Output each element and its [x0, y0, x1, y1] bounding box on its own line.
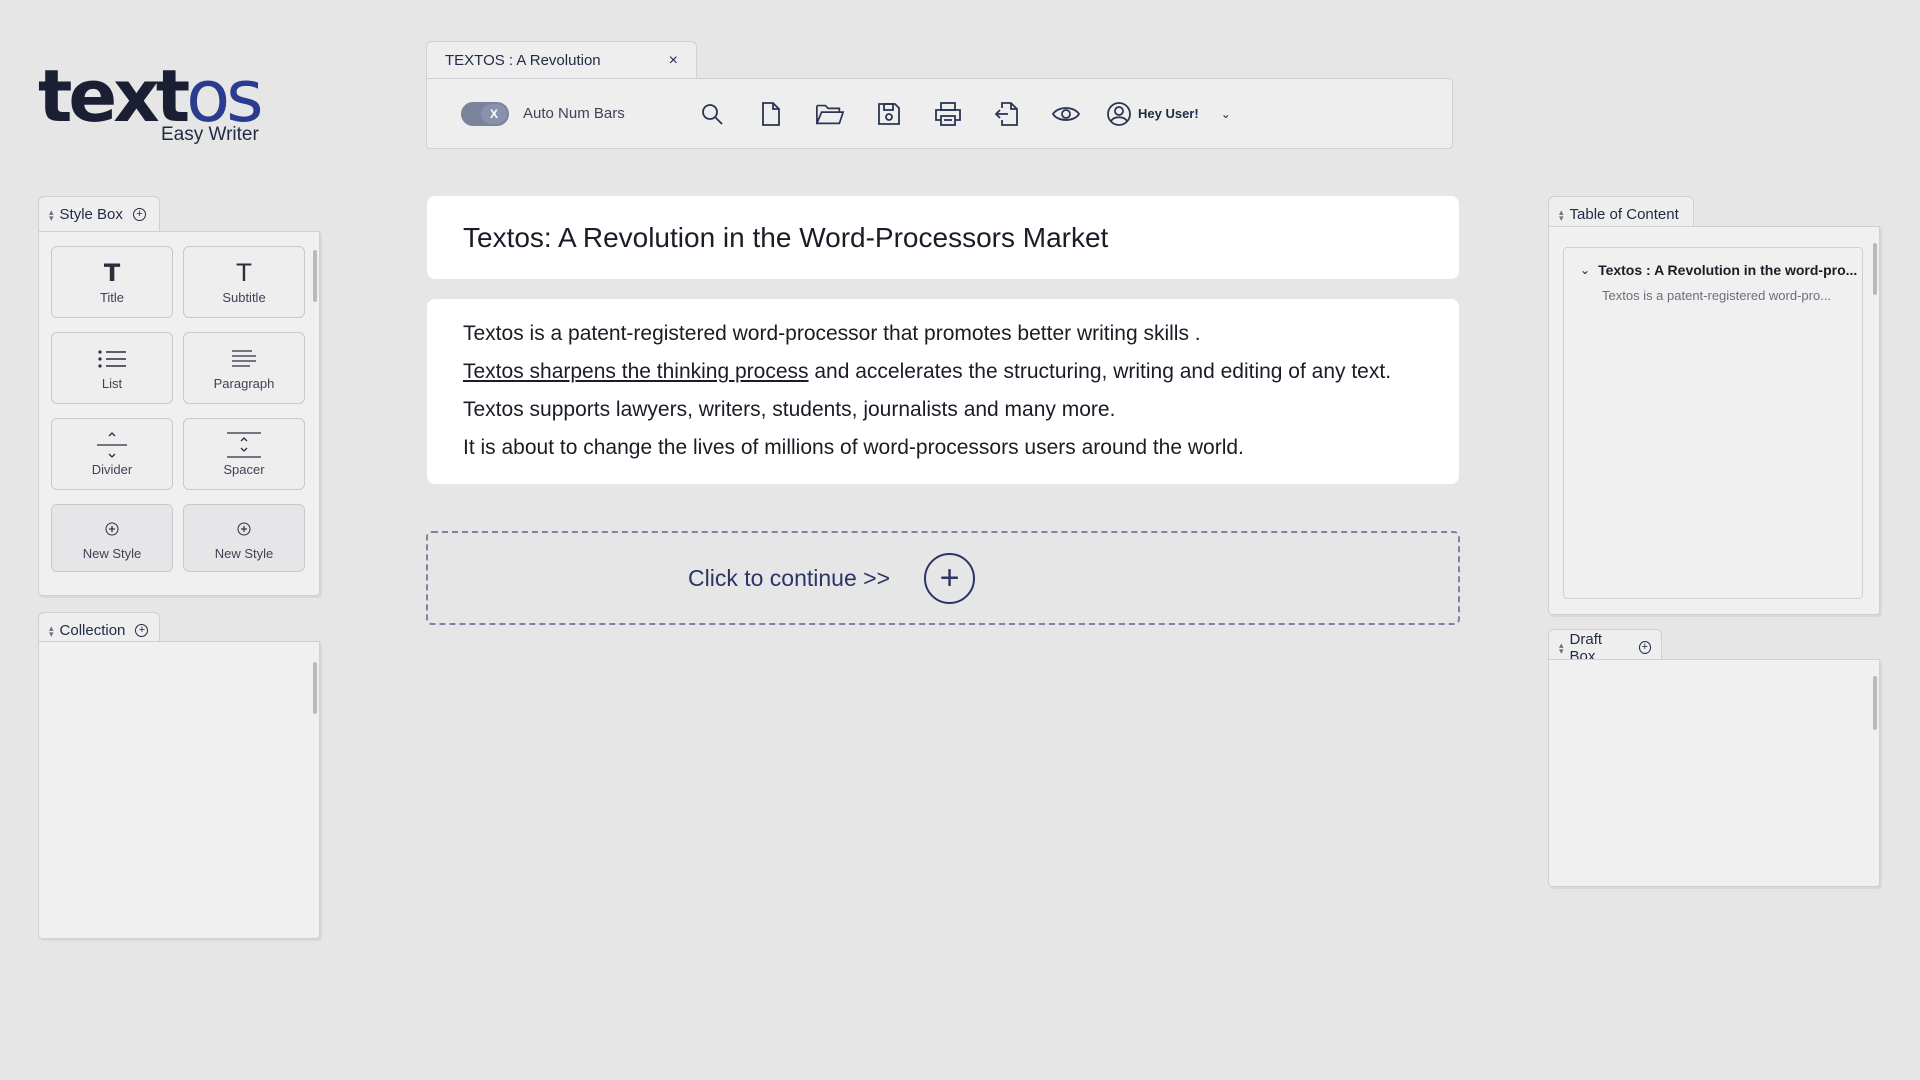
list-icon	[97, 346, 127, 372]
toc-entry-title: Textos : A Revolution in the word-pro...	[1598, 262, 1858, 278]
save-icon[interactable]	[874, 99, 904, 129]
textos-logo: textos Easy Writer	[38, 58, 268, 158]
document-title-card[interactable]: Textos: A Revolution in the Word-Process…	[427, 196, 1459, 279]
subtitle-icon: T	[236, 258, 252, 287]
document-body-card[interactable]: Textos is a patent-registered word-proce…	[427, 299, 1459, 484]
toc-entry[interactable]: ⌄ Textos : A Revolution in the word-pro.…	[1580, 262, 1857, 278]
style-paragraph-button[interactable]: Paragraph	[183, 332, 305, 404]
sort-icon[interactable]: ▴ ▾	[1559, 207, 1564, 222]
search-icon[interactable]	[697, 99, 727, 129]
new-file-icon[interactable]	[756, 99, 786, 129]
style-box-scrollbar[interactable]	[313, 250, 317, 302]
style-box-title: Style Box	[59, 206, 123, 223]
underlined-text[interactable]: Textos sharpens the thinking process	[463, 360, 809, 383]
sort-icon[interactable]: ▴ ▾	[49, 623, 54, 638]
preview-icon[interactable]	[1051, 99, 1081, 129]
add-collection-icon[interactable]: +	[135, 624, 149, 637]
paragraph-icon	[230, 346, 258, 372]
continue-label: Click to continue >>	[688, 564, 891, 591]
draft-box-scrollbar[interactable]	[1873, 676, 1877, 730]
spacer-icon	[226, 431, 262, 458]
toggle-knob: X	[481, 103, 507, 124]
style-spacer-button[interactable]: Spacer	[183, 418, 305, 490]
style-box-panel: T Title T Subtitle List Paragraph Divide…	[38, 231, 320, 596]
open-folder-icon[interactable]	[815, 99, 845, 129]
body-paragraph-line[interactable]: Textos sharpens the thinking process and…	[463, 353, 1423, 391]
chevron-down-icon[interactable]: ⌄	[1580, 263, 1590, 277]
close-icon[interactable]: ×	[669, 52, 678, 70]
chevron-down-icon[interactable]: ⌄	[1221, 107, 1231, 121]
user-icon	[1107, 101, 1131, 126]
body-paragraph-line[interactable]: Textos is a patent-registered word-proce…	[463, 315, 1423, 353]
print-icon[interactable]	[933, 99, 963, 129]
style-title-button[interactable]: T Title	[51, 246, 173, 318]
style-subtitle-button[interactable]: T Subtitle	[183, 246, 305, 318]
body-paragraph-line[interactable]: Textos supports lawyers, writers, studen…	[463, 391, 1423, 429]
click-to-continue-area[interactable]: Click to continue >> +	[426, 531, 1460, 625]
add-draft-icon[interactable]: +	[1638, 641, 1651, 654]
plus-icon	[237, 516, 251, 542]
auto-num-bars-toggle[interactable]: X	[461, 101, 509, 126]
add-section-icon[interactable]: +	[924, 552, 976, 604]
toc-entry-preview[interactable]: Textos is a patent-registered word-pro..…	[1602, 288, 1846, 303]
style-box-tab[interactable]: ▴ ▾ Style Box +	[38, 196, 160, 232]
toc-scrollbar[interactable]	[1873, 243, 1877, 295]
table-of-content-title: Table of Content	[1569, 206, 1679, 223]
export-icon[interactable]	[992, 99, 1022, 129]
toc-entry-box: ⌄ Textos : A Revolution in the word-pro.…	[1563, 247, 1863, 599]
sort-icon[interactable]: ▴ ▾	[49, 207, 54, 222]
logo-wordmark: textos	[38, 54, 264, 138]
divider-icon	[96, 431, 128, 458]
new-style-button[interactable]: New Style	[51, 504, 173, 572]
new-style-button[interactable]: New Style	[183, 504, 305, 572]
toolbar: X Auto Num Bars Hey User! ⌄	[426, 78, 1453, 149]
collection-title: Collection	[59, 622, 126, 639]
draft-box-panel	[1548, 659, 1880, 887]
collection-panel	[38, 641, 320, 939]
title-icon: T	[103, 258, 121, 287]
document-tab-title: TEXTOS : A Revolution	[445, 52, 601, 69]
style-list-button[interactable]: List	[51, 332, 173, 404]
table-of-content-panel: ⌄ Textos : A Revolution in the word-pro.…	[1548, 226, 1880, 615]
sort-icon[interactable]: ▴ ▾	[1559, 640, 1564, 655]
style-divider-button[interactable]: Divider	[51, 418, 173, 490]
body-paragraph-line[interactable]: It is about to change the lives of milli…	[463, 429, 1423, 467]
collection-scrollbar[interactable]	[313, 662, 317, 714]
add-style-box-icon[interactable]: +	[132, 208, 146, 221]
logo-subtitle: Easy Writer	[161, 124, 259, 145]
user-menu[interactable]: Hey User! ⌄	[1106, 101, 1231, 127]
document-title[interactable]: Textos: A Revolution in the Word-Process…	[463, 222, 1108, 254]
auto-num-bars-label: Auto Num Bars	[523, 105, 625, 122]
document-tab[interactable]: TEXTOS : A Revolution ×	[426, 41, 697, 79]
plus-icon	[105, 516, 119, 542]
user-name: Hey User!	[1138, 106, 1199, 121]
